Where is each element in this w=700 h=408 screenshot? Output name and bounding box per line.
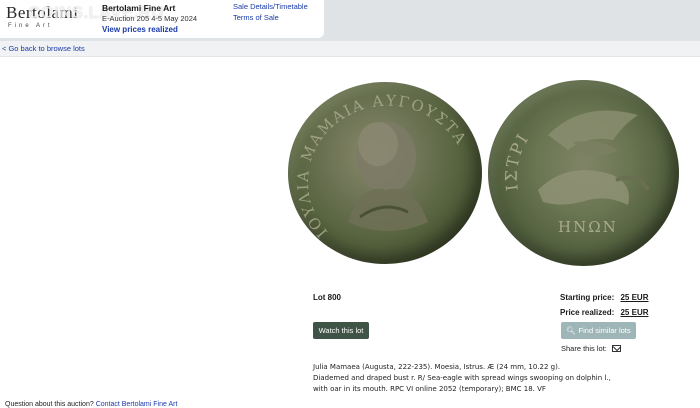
watch-lot-button[interactable]: Watch this lot bbox=[313, 322, 369, 339]
contact-link[interactable]: Contact Bertolami Fine Art bbox=[96, 401, 178, 408]
auction-header: Bertolami Fine Art COINS.LAVE.RU Bertola… bbox=[0, 0, 324, 38]
question-footer: Question about this auction? Contact Ber… bbox=[5, 401, 177, 408]
reverse-legend-top: ΙΣΤΡΙ bbox=[502, 129, 531, 192]
starting-price-value[interactable]: 25 EUR bbox=[620, 293, 648, 302]
auction-date: E-Auction 205 4-5 May 2024 bbox=[102, 14, 198, 23]
lot-description-line-2: Diademed and draped bust r. R/ Sea-eagle… bbox=[313, 374, 611, 382]
sale-details-link[interactable]: Sale Details/Timetable bbox=[233, 2, 308, 11]
share-label: Share this lot: bbox=[561, 344, 607, 353]
lot-number: Lot 800 bbox=[313, 293, 342, 302]
terms-of-sale-link[interactable]: Terms of Sale bbox=[233, 13, 279, 22]
starting-price-row: Starting price: 25 EUR bbox=[560, 293, 648, 302]
search-icon: 🔍︎ bbox=[566, 326, 576, 335]
auction-name: Bertolami Fine Art bbox=[102, 3, 176, 13]
back-bar bbox=[0, 41, 700, 57]
coin-reverse-image[interactable]: ΙΣΤΡΙ ΗΝΩΝ bbox=[488, 80, 679, 266]
find-similar-button[interactable]: 🔍︎ Find similar lots bbox=[561, 322, 636, 339]
starting-price-label: Starting price: bbox=[560, 293, 615, 302]
lot-description-line-3: with oar in its mouth. RPC VI online 205… bbox=[313, 385, 546, 393]
view-prices-link[interactable]: View prices realized bbox=[102, 25, 178, 34]
coin-obverse-image[interactable]: ΙΟΥΛΙΑ ΜΑΜΑΙΑ ΑΥΓΟΥΣΤΑ bbox=[288, 82, 482, 264]
back-to-lots-link[interactable]: < Go back to browse lots bbox=[2, 44, 85, 53]
svg-text:ΙΣΤΡΙ: ΙΣΤΡΙ bbox=[502, 129, 533, 192]
price-realized-label: Price realized: bbox=[560, 308, 615, 317]
reverse-legend-bottom: ΗΝΩΝ bbox=[558, 218, 618, 236]
price-realized-value[interactable]: 25 EUR bbox=[620, 308, 648, 317]
logo-sub-text: Fine Art bbox=[8, 23, 53, 29]
find-similar-label: Find similar lots bbox=[578, 326, 631, 335]
mail-icon[interactable] bbox=[611, 345, 621, 352]
price-realized-row: Price realized: 25 EUR bbox=[560, 308, 649, 317]
share-row: Share this lot: bbox=[561, 344, 621, 353]
question-text: Question about this auction? bbox=[5, 401, 94, 408]
lot-description-line-1: Julia Mamaea (Augusta, 222-235). Moesia,… bbox=[313, 363, 561, 371]
